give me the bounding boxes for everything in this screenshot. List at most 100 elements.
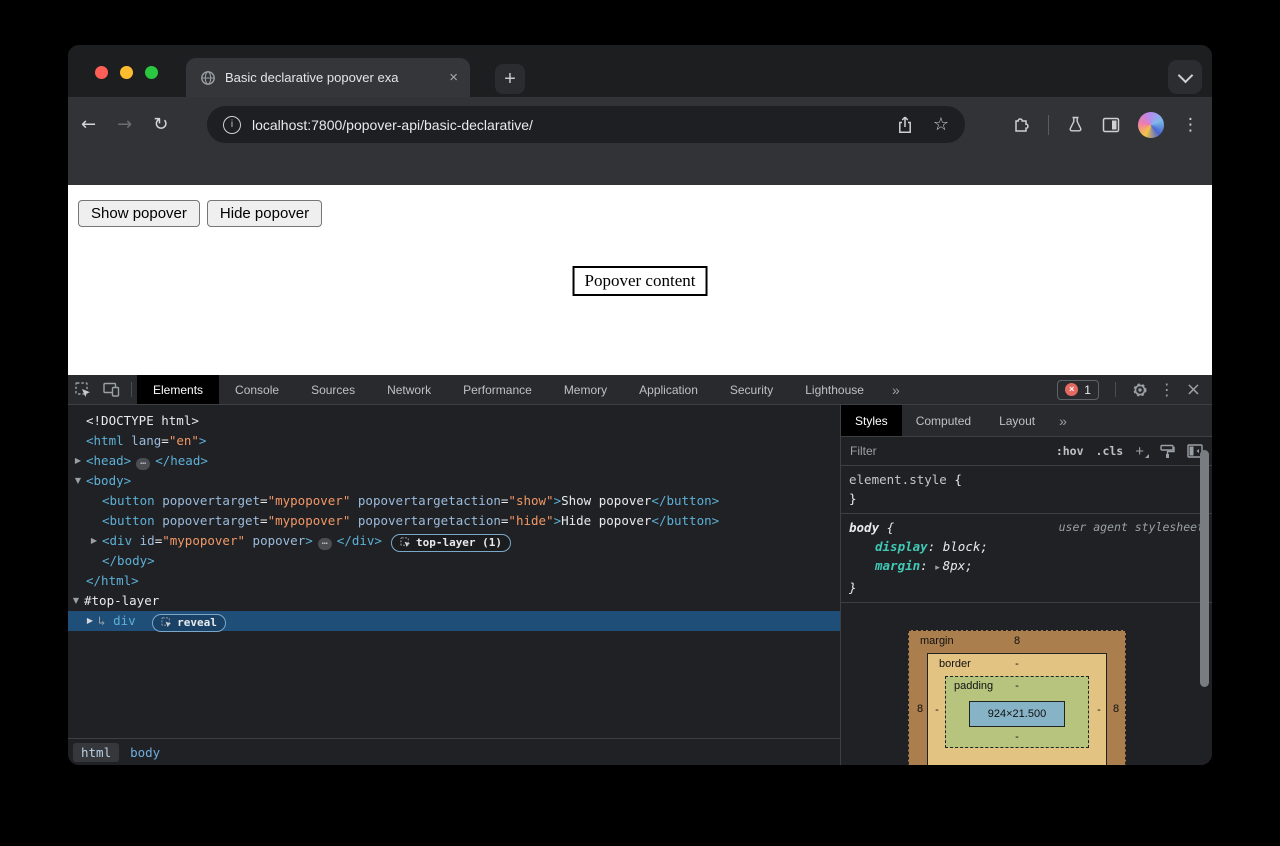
error-badge[interactable]: × 1 <box>1057 380 1099 400</box>
devtools-tab-performance[interactable]: Performance <box>447 375 548 404</box>
devtools-tab-memory[interactable]: Memory <box>548 375 623 404</box>
open-brace: { <box>879 520 894 535</box>
styles-more-tabs-icon[interactable]: » <box>1049 405 1077 436</box>
devtools-tab-security[interactable]: Security <box>714 375 789 404</box>
dom-tree-line[interactable]: ▼#top-layer <box>68 591 840 611</box>
crumb-body[interactable]: body <box>122 743 168 762</box>
omnibox[interactable]: i localhost:7800/popover-api/basic-decla… <box>207 106 965 143</box>
new-tab-button[interactable]: + <box>495 64 525 94</box>
rule-selector[interactable]: body <box>849 520 879 535</box>
property-name: display <box>875 539 928 554</box>
browser-tab[interactable]: Basic declarative popover exa × <box>186 58 470 97</box>
code-segment: "mypopover" <box>268 493 351 508</box>
filter-input[interactable]: Filter <box>850 444 1044 458</box>
extensions-icon[interactable] <box>1012 116 1030 134</box>
code-segment: "mypopover" <box>268 513 351 528</box>
show-popover-button[interactable]: Show popover <box>78 200 200 227</box>
code-segment: "show" <box>508 493 553 508</box>
pseudo-state-button[interactable]: :hov <box>1056 444 1084 458</box>
zoom-window-button[interactable] <box>145 66 158 79</box>
settings-gear-icon[interactable] <box>1132 382 1148 398</box>
devtools-menu-kebab-icon[interactable]: ⋮ <box>1159 380 1175 399</box>
twisty-icon[interactable]: ▶ <box>88 531 100 551</box>
experiments-flask-icon[interactable] <box>1067 116 1084 133</box>
element-badge[interactable]: reveal <box>152 614 226 632</box>
devtools-close-icon[interactable]: × <box>1186 379 1201 400</box>
styles-sidebar: StylesComputedLayout» Filter :hov .cls +… <box>840 405 1212 765</box>
more-tabs-icon[interactable]: » <box>880 375 912 404</box>
dom-tree-line[interactable]: ▶↳ div reveal <box>68 611 840 631</box>
site-info-icon[interactable]: i <box>223 116 241 134</box>
twisty-icon[interactable]: ▼ <box>70 591 82 611</box>
code-segment: popovertarget <box>155 493 260 508</box>
margin-top-value: 8 <box>909 635 1125 647</box>
close-brace: } <box>849 489 1204 508</box>
forward-button[interactable]: → <box>117 114 132 135</box>
devtools-tab-network[interactable]: Network <box>371 375 447 404</box>
dom-tree-line[interactable]: ▶<div id="mypopover" popover>…</div>top-… <box>68 531 840 551</box>
dom-tree-line[interactable]: </body> <box>68 551 840 571</box>
expand-ellipsis-button[interactable]: … <box>318 538 332 550</box>
code-segment: </html> <box>86 573 139 588</box>
plus-icon: + <box>504 68 516 91</box>
devtools-tab-console[interactable]: Console <box>219 375 295 404</box>
property-value: block; <box>943 539 988 554</box>
scrollbar-thumb[interactable] <box>1200 450 1209 687</box>
minimize-window-button[interactable] <box>120 66 133 79</box>
badge-label: reveal <box>177 613 217 633</box>
expand-ellipsis-button[interactable]: … <box>136 458 150 470</box>
box-model-border: border - - - padding - - 924×21.500 <box>927 653 1107 765</box>
class-toggle-button[interactable]: .cls <box>1096 444 1124 458</box>
back-button[interactable]: ← <box>81 114 96 135</box>
rule-selector[interactable]: element.style <box>849 472 947 487</box>
style-property[interactable]: margin: ▸ 8px; <box>849 556 1204 578</box>
close-window-button[interactable] <box>95 66 108 79</box>
tab-title: Basic declarative popover exa <box>225 70 440 85</box>
margin-left-value: 8 <box>913 702 927 717</box>
code-segment: div <box>113 613 143 628</box>
styles-tab-layout[interactable]: Layout <box>985 405 1049 436</box>
devtools-tab-sources[interactable]: Sources <box>295 375 371 404</box>
stylesheet-origin: user agent stylesheet <box>1059 518 1204 537</box>
tab-search-button[interactable] <box>1168 60 1202 94</box>
code-segment: = <box>260 493 268 508</box>
property-colon: : <box>928 539 943 554</box>
web-page: Show popover Hide popover Popover conten… <box>68 185 1212 375</box>
dom-tree-line[interactable]: <!DOCTYPE html> <box>68 411 840 431</box>
element-badge[interactable]: top-layer (1) <box>391 534 511 552</box>
bookmark-star-icon[interactable]: ☆ <box>933 114 949 135</box>
new-style-rule-button[interactable]: + <box>1135 443 1144 460</box>
devtools-tab-application[interactable]: Application <box>623 375 714 404</box>
device-toolbar-icon[interactable] <box>97 375 126 404</box>
devtools-tab-lighthouse[interactable]: Lighthouse <box>789 375 880 404</box>
styles-tab-styles[interactable]: Styles <box>841 405 902 436</box>
browser-menu-kebab-icon[interactable]: ⋮ <box>1182 115 1199 135</box>
dom-tree-line[interactable]: ▼<body> <box>68 471 840 491</box>
twisty-icon[interactable]: ▶ <box>84 611 96 631</box>
share-icon[interactable] <box>897 116 913 134</box>
globe-icon <box>200 70 216 86</box>
twisty-icon[interactable]: ▼ <box>72 471 84 491</box>
styles-tab-computed[interactable]: Computed <box>902 405 985 436</box>
tab-close-icon[interactable]: × <box>449 70 458 85</box>
style-property[interactable]: display: block; <box>849 537 1204 556</box>
dom-tree-line[interactable]: </html> <box>68 571 840 591</box>
dom-tree-line[interactable]: <html lang="en"> <box>68 431 840 451</box>
inspect-element-icon[interactable] <box>68 375 97 404</box>
reload-button[interactable]: ↻ <box>153 114 168 135</box>
url-text[interactable]: localhost:7800/popover-api/basic-declara… <box>252 117 897 133</box>
code-segment: <html <box>86 433 124 448</box>
dom-tree-line[interactable]: <button popovertarget="mypopover" popove… <box>68 491 840 511</box>
dom-tree-line[interactable]: ▶<head>…</head> <box>68 451 840 471</box>
paint-format-icon[interactable] <box>1160 444 1175 459</box>
twisty-icon[interactable]: ▶ <box>72 451 84 471</box>
crumb-html[interactable]: html <box>73 743 119 762</box>
box-model[interactable]: margin 8 8 8 - - border - - - padding <box>908 630 1126 765</box>
hide-popover-button[interactable]: Hide popover <box>207 200 322 227</box>
expand-shorthand-icon[interactable]: ▸ <box>935 563 942 573</box>
side-panel-icon[interactable] <box>1102 117 1120 133</box>
profile-avatar[interactable] <box>1138 112 1164 138</box>
dom-tree-line[interactable]: <button popovertarget="mypopover" popove… <box>68 511 840 531</box>
code-segment: </div> <box>337 533 382 548</box>
devtools-tab-elements[interactable]: Elements <box>137 375 219 404</box>
